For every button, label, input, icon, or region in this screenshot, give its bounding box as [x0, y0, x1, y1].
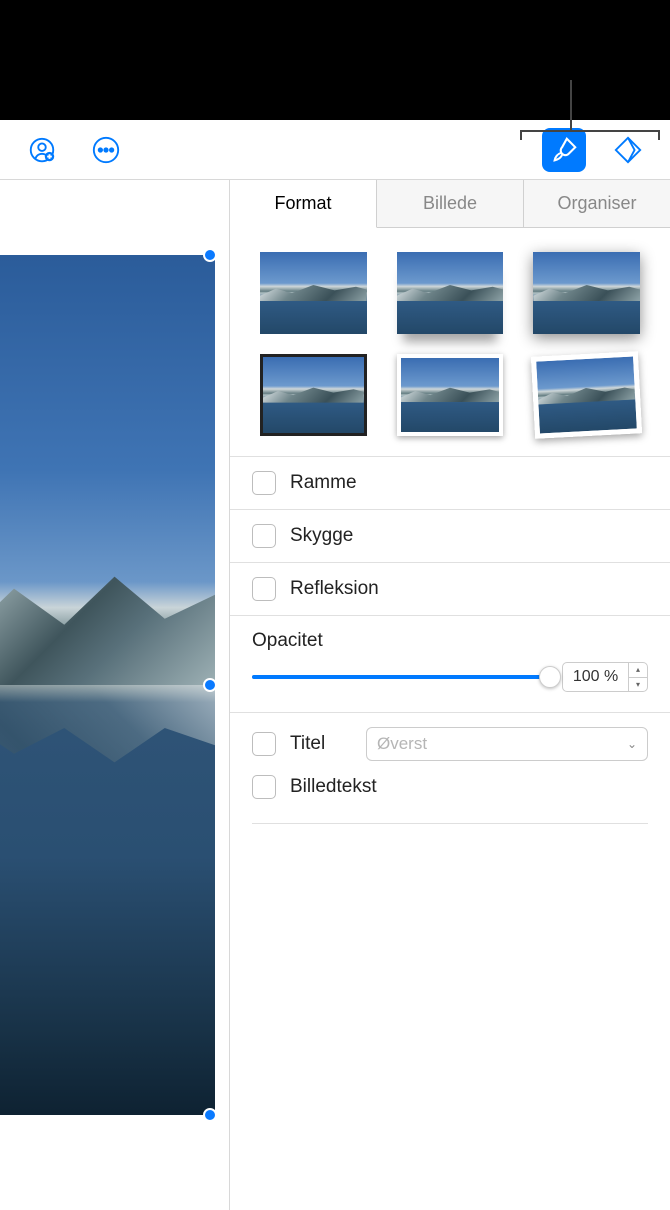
collaborate-icon — [27, 135, 57, 165]
caption-label: Billedtekst — [290, 776, 377, 798]
shadow-label: Skygge — [290, 525, 353, 547]
paintbrush-icon — [549, 135, 579, 165]
title-checkbox[interactable] — [252, 732, 276, 756]
tab-organize[interactable]: Organiser — [524, 180, 670, 227]
opacity-section: Opacitet 100 % ▴ ▾ — [230, 615, 670, 712]
frame-label: Ramme — [290, 472, 357, 494]
more-icon — [91, 135, 121, 165]
inspector-tabs: Format Billede Organiser — [230, 180, 670, 228]
tab-image[interactable]: Billede — [377, 180, 524, 227]
title-position-value: Øverst — [377, 734, 427, 754]
more-button[interactable] — [84, 128, 128, 172]
title-label: Titel — [290, 733, 352, 755]
title-position-select[interactable]: Øverst ⌄ — [366, 727, 648, 761]
animate-inspector-button[interactable] — [606, 128, 650, 172]
title-caption-section: Titel Øverst ⌄ Billedtekst — [230, 712, 670, 819]
caption-checkbox[interactable] — [252, 775, 276, 799]
collaborate-button[interactable] — [20, 128, 64, 172]
opacity-step-up[interactable]: ▴ — [629, 663, 647, 678]
selection-handle-bottom-right[interactable] — [203, 1108, 217, 1122]
style-preset-black-frame[interactable] — [260, 354, 367, 436]
tab-format[interactable]: Format — [230, 180, 377, 228]
format-inspector-button[interactable] — [542, 128, 586, 172]
section-divider — [252, 823, 648, 824]
shadow-checkbox[interactable] — [252, 524, 276, 548]
format-inspector: Format Billede Organiser Ramme Skygge — [230, 180, 670, 1210]
selected-image[interactable] — [0, 255, 215, 1115]
style-preset-shadow[interactable] — [533, 252, 640, 334]
document-canvas[interactable] — [0, 180, 230, 1210]
selection-handle-top-right[interactable] — [203, 248, 217, 262]
photo-mountain-lake — [0, 255, 215, 1115]
opacity-value[interactable]: 100 % — [563, 663, 629, 691]
diamond-icon — [613, 135, 643, 165]
opacity-slider-thumb[interactable] — [539, 666, 561, 688]
top-black-region — [0, 0, 670, 120]
frame-section: Ramme — [230, 456, 670, 509]
selection-handle-mid-right[interactable] — [203, 678, 217, 692]
reflection-checkbox[interactable] — [252, 577, 276, 601]
frame-checkbox[interactable] — [252, 471, 276, 495]
toolbar — [0, 120, 670, 180]
opacity-label: Opacitet — [252, 630, 648, 652]
style-preset-reflection[interactable] — [397, 252, 504, 334]
image-style-presets — [230, 228, 670, 456]
shadow-section: Skygge — [230, 509, 670, 562]
opacity-slider[interactable] — [252, 665, 550, 689]
opacity-value-stepper[interactable]: 100 % ▴ ▾ — [562, 662, 648, 692]
style-preset-polaroid[interactable] — [531, 351, 642, 439]
chevron-down-icon: ⌄ — [627, 737, 637, 751]
reflection-label: Refleksion — [290, 578, 379, 600]
style-preset-white-frame[interactable] — [397, 354, 504, 436]
opacity-step-down[interactable]: ▾ — [629, 678, 647, 692]
reflection-section: Refleksion — [230, 562, 670, 615]
style-preset-none[interactable] — [260, 252, 367, 334]
